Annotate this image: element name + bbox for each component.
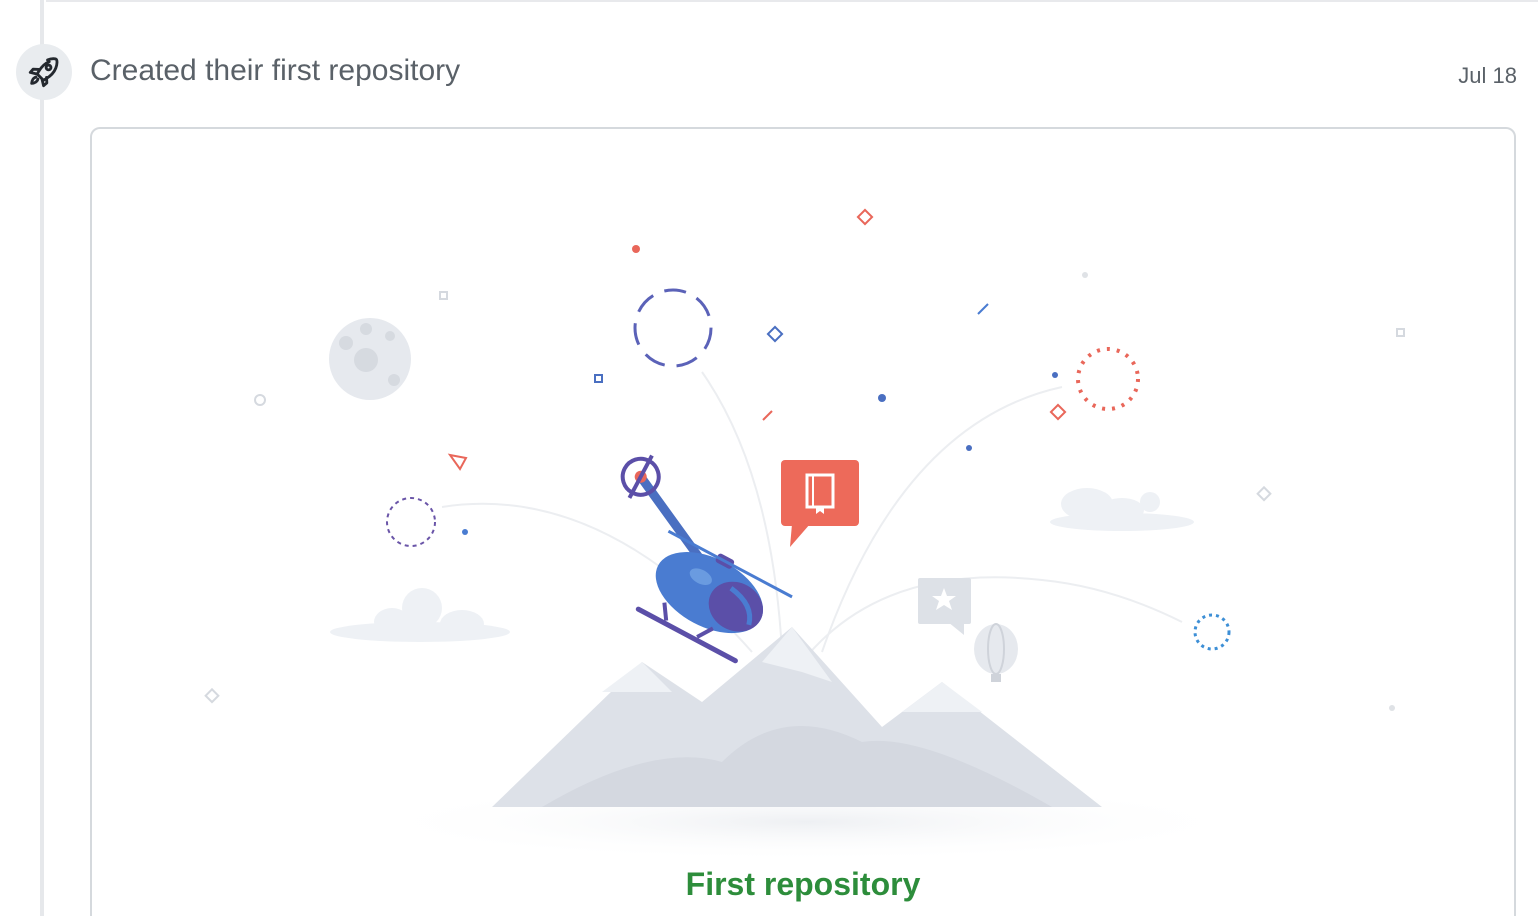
card-caption[interactable]: First repository — [92, 866, 1514, 903]
contribution-activity-event: Created their first repository Jul 18 Fi… — [0, 0, 1538, 916]
divider — [46, 0, 1538, 2]
event-date[interactable]: Jul 18 — [1458, 63, 1517, 89]
timeline-line — [40, 0, 44, 916]
helicopter-mountain-illustration — [204, 208, 1405, 862]
balloon — [974, 623, 1018, 682]
event-title: Created their first repository — [90, 54, 461, 87]
repo-bubble — [781, 460, 859, 547]
rocket-icon — [16, 44, 72, 100]
moon — [329, 318, 411, 400]
star-bubble — [918, 578, 971, 635]
first-repository-card[interactable]: First repository — [90, 127, 1516, 916]
